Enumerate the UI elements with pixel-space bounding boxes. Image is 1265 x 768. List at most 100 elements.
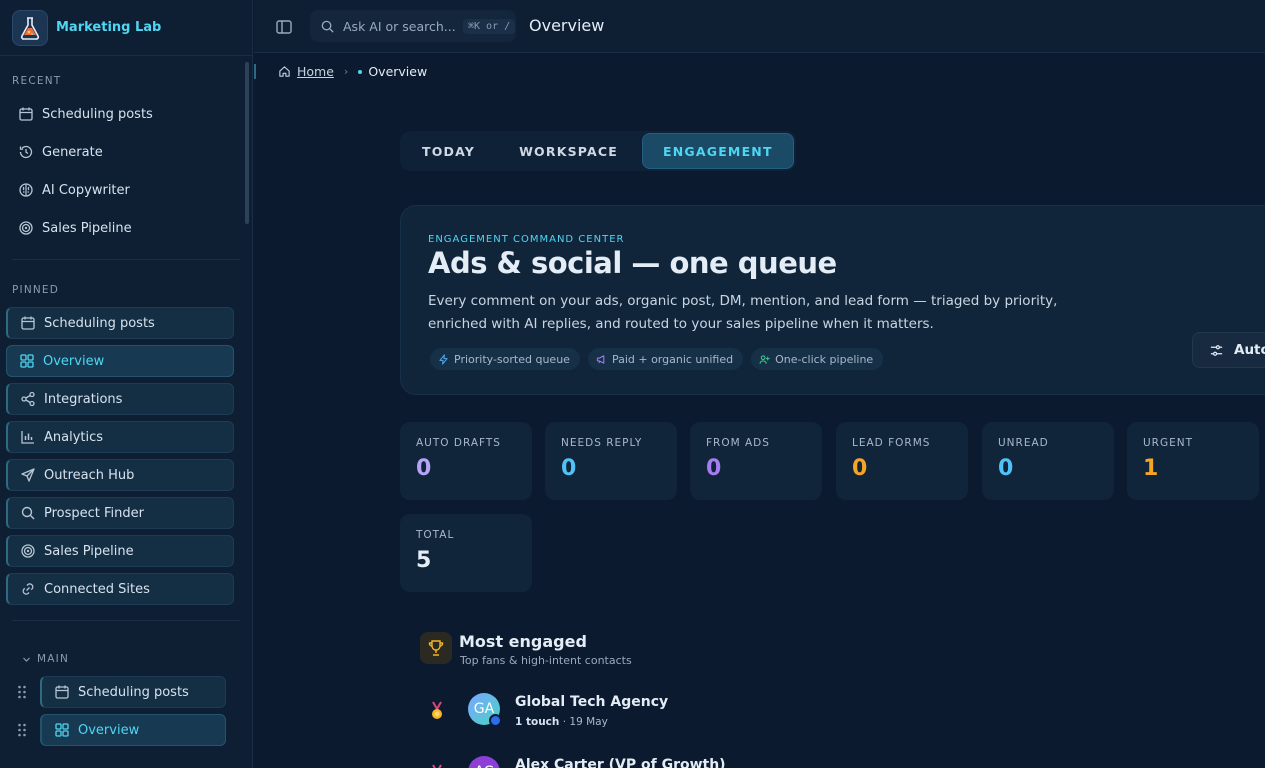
chip-one-click-pipeline: One-click pipeline (751, 348, 884, 370)
pinned-item-outreach-hub[interactable]: Outreach Hub (6, 459, 234, 491)
sidebar-divider (12, 259, 240, 260)
shortcut-hint: ⌘K or / (463, 18, 516, 34)
nav-label: Outreach Hub (44, 467, 135, 483)
hero-title: Ads & social — one queue (428, 246, 837, 280)
stat-auto-drafts[interactable]: AUTO DRAFTS 0 (400, 422, 532, 500)
sidebar-scrollbar[interactable] (245, 62, 249, 224)
nav-label: Scheduling posts (78, 684, 189, 700)
gold-medal-icon (432, 701, 442, 719)
hero-description: Every comment on your ads, organic post,… (428, 293, 1058, 332)
target-icon (19, 221, 33, 235)
nav-label: Prospect Finder (44, 505, 145, 521)
main-item-scheduling-posts[interactable]: Scheduling posts (40, 676, 226, 708)
tab-engagement[interactable]: ENGAGEMENT (642, 133, 794, 169)
engaged-contact-row[interactable]: AC Alex Carter (VP of Growth) (425, 756, 925, 768)
breadcrumb-home-link[interactable]: Home (297, 64, 334, 79)
nav-label: Connected Sites (44, 581, 150, 597)
engaged-contact-row[interactable]: GA Global Tech Agency 1 touch · 19 May (425, 693, 925, 733)
recent-item-ai-copywriter[interactable]: AI Copywriter (6, 174, 234, 206)
stat-label: FROM ADS (706, 437, 770, 449)
history-icon (19, 145, 33, 159)
nav-label: Sales Pipeline (44, 543, 134, 559)
nav-label: Analytics (44, 429, 104, 445)
stat-value: 0 (706, 456, 722, 481)
hero-kicker: ENGAGEMENT COMMAND CENTER (428, 234, 625, 245)
chip-paid-organic: Paid + organic unified (587, 348, 744, 370)
nav-label: Sales Pipeline (42, 220, 132, 236)
stat-total[interactable]: TOTAL 5 (400, 514, 532, 592)
sidebar-toggle-icon[interactable] (274, 17, 294, 37)
most-engaged-subtitle: Top fans & high-intent contacts (460, 654, 632, 667)
nav-label: Generate (42, 144, 103, 160)
main-group-toggle[interactable]: MAIN (22, 653, 69, 665)
chip-priority-queue: Priority-sorted queue (430, 348, 580, 370)
calendar-icon (21, 316, 35, 330)
main-item-overview[interactable]: Overview (40, 714, 226, 746)
drag-handle-icon[interactable] (16, 722, 28, 738)
nav-label: Scheduling posts (42, 106, 153, 122)
user-plus-icon (759, 354, 770, 364)
pinned-item-prospect-finder[interactable]: Prospect Finder (6, 497, 234, 529)
stat-value: 0 (561, 456, 577, 481)
content-left-accent (254, 64, 256, 79)
stat-value: 0 (998, 456, 1014, 481)
nav-label: Overview (78, 722, 140, 738)
contact-name: Global Tech Agency (515, 694, 669, 710)
pinned-item-scheduling-posts[interactable]: Scheduling posts (6, 307, 234, 339)
main-section-label: MAIN (37, 653, 69, 665)
hero-card: ENGAGEMENT COMMAND CENTER Ads & social —… (400, 205, 1265, 395)
stat-label: UNREAD (998, 437, 1049, 449)
view-tabs: TODAY WORKSPACE ENGAGEMENT (400, 131, 796, 171)
recent-item-sales-pipeline[interactable]: Sales Pipeline (6, 212, 234, 244)
bar-chart-icon (21, 431, 34, 444)
pinned-item-overview[interactable]: Overview (6, 345, 234, 377)
stat-label: TOTAL (416, 529, 455, 541)
megaphone-icon (596, 354, 605, 364)
flask-logo-icon (12, 9, 48, 46)
auto-button-label: Auto (1234, 342, 1265, 358)
stat-lead-forms[interactable]: LEAD FORMS 0 (836, 422, 968, 500)
recent-item-scheduling-posts[interactable]: Scheduling posts (6, 98, 234, 130)
stat-label: AUTO DRAFTS (416, 437, 501, 449)
search-icon (21, 506, 35, 520)
search-box[interactable]: ⌘K or / (310, 10, 516, 42)
nav-label: Overview (43, 353, 105, 369)
stat-urgent[interactable]: URGENT 1 (1127, 422, 1259, 500)
feature-chips: Priority-sorted queue Paid + organic uni… (430, 348, 884, 370)
pinned-item-sales-pipeline[interactable]: Sales Pipeline (6, 535, 234, 567)
bolt-icon (439, 353, 448, 365)
topbar: ⌘K or / Overview (254, 0, 1265, 53)
dashboard-icon (55, 723, 69, 737)
pinned-item-connected-sites[interactable]: Connected Sites (6, 573, 234, 605)
chip-label: Priority-sorted queue (454, 352, 570, 366)
brain-icon (19, 183, 33, 197)
tab-today[interactable]: TODAY (402, 133, 495, 169)
recent-item-generate[interactable]: Generate (6, 136, 234, 168)
tab-workspace[interactable]: WORKSPACE (499, 133, 638, 169)
stat-label: LEAD FORMS (852, 437, 931, 449)
chip-label: One-click pipeline (775, 352, 874, 366)
send-icon (21, 468, 35, 482)
nav-label: Integrations (44, 391, 123, 407)
search-icon (321, 20, 334, 33)
brand[interactable]: Marketing Lab (0, 0, 252, 56)
calendar-icon (55, 685, 69, 699)
recent-section-label: RECENT (12, 75, 62, 87)
drag-handle-icon[interactable] (16, 684, 28, 700)
contact-meta: 1 touch · 19 May (515, 716, 608, 728)
auto-settings-button[interactable]: Auto (1192, 332, 1265, 368)
pinned-item-integrations[interactable]: Integrations (6, 383, 234, 415)
stat-needs-reply[interactable]: NEEDS REPLY 0 (545, 422, 677, 500)
stat-unread[interactable]: UNREAD 0 (982, 422, 1114, 500)
search-input[interactable] (343, 18, 455, 34)
stat-from-ads[interactable]: FROM ADS 0 (690, 422, 822, 500)
pinned-item-analytics[interactable]: Analytics (6, 421, 234, 453)
share-icon (21, 391, 35, 407)
touch-count: 1 touch (515, 716, 560, 728)
pinned-section-label: PINNED (12, 284, 60, 296)
stat-value: 0 (416, 456, 432, 481)
avatar: AC (468, 756, 500, 768)
target-icon (21, 544, 35, 558)
contact-name: Alex Carter (VP of Growth) (515, 757, 726, 768)
nav-label: Scheduling posts (44, 315, 155, 331)
